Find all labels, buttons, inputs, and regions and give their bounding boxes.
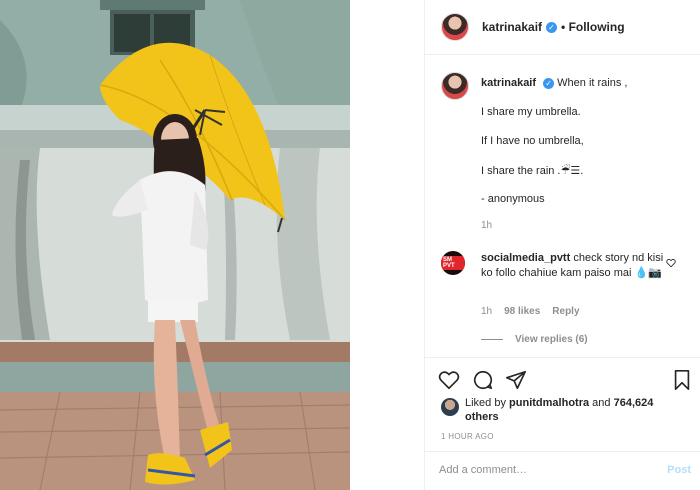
caption-time: 1h [481, 220, 493, 231]
caption-first-text: When it rains , [557, 77, 628, 89]
author-avatar[interactable] [441, 13, 469, 41]
comment-meta: 1h 98 likes Reply [481, 306, 580, 317]
liker-avatar[interactable] [441, 398, 459, 416]
heart-icon[interactable] [438, 369, 460, 391]
comment-text-block: socialmedia_pvtt check story nd kisi ko … [481, 251, 665, 281]
view-replies-dash [481, 339, 503, 340]
author-username[interactable]: katrinakaif [482, 20, 542, 34]
liked-by: Liked by punitdmalhotra and 764,624 othe… [441, 396, 665, 424]
share-icon[interactable] [505, 369, 527, 391]
post-comment-button[interactable]: Post [667, 464, 691, 476]
post-timestamp[interactable]: 1 HOUR AGO [441, 432, 494, 441]
comment-input[interactable] [439, 464, 649, 476]
caption-username[interactable]: katrinakaif [481, 77, 536, 89]
comment-likes[interactable]: 98 likes [504, 306, 540, 317]
verified-badge-icon: ✓ [543, 77, 555, 89]
view-replies-button[interactable]: View replies (6) [481, 334, 588, 345]
caption-line: If I have no umbrella, [481, 135, 584, 147]
add-comment-bar: Post [425, 451, 700, 490]
post-side-panel: katrinakaif ✓ • Following katrinakaif ✓ … [424, 0, 700, 490]
comment-icon[interactable] [472, 369, 494, 391]
layout-gap [350, 0, 424, 490]
caption-line: I share my umbrella. [481, 106, 581, 118]
view-replies-label: View replies (6) [515, 334, 588, 345]
verified-badge-icon: ✓ [546, 21, 558, 33]
caption-first-line: katrinakaif ✓ When it rains , [481, 76, 691, 90]
liked-by-and: and [592, 397, 611, 409]
comment-time: 1h [481, 306, 493, 317]
caption-line: I share the rain .☔︎☰. [481, 165, 584, 177]
comment-like-heart-icon[interactable] [666, 258, 676, 268]
commenter-avatar-text: SM PVT [441, 256, 465, 270]
bookmark-icon[interactable] [671, 369, 693, 391]
post-photo-illustration [0, 0, 350, 490]
commenter-username[interactable]: socialmedia_pvtt [481, 252, 570, 264]
caption-avatar[interactable] [441, 72, 469, 100]
liked-by-text: Liked by punitdmalhotra and 764,624 othe… [465, 396, 665, 424]
commenter-avatar[interactable]: SM PVT [441, 251, 465, 275]
reply-button[interactable]: Reply [552, 306, 579, 317]
following-status[interactable]: • Following [561, 20, 625, 34]
liker-username[interactable]: punitdmalhotra [509, 397, 589, 409]
liked-by-prefix: Liked by [465, 397, 506, 409]
caption-line: - anonymous [481, 193, 545, 205]
post-header: katrinakaif ✓ • Following [425, 0, 700, 55]
post-photo[interactable] [0, 0, 350, 490]
post-actions [425, 357, 700, 401]
